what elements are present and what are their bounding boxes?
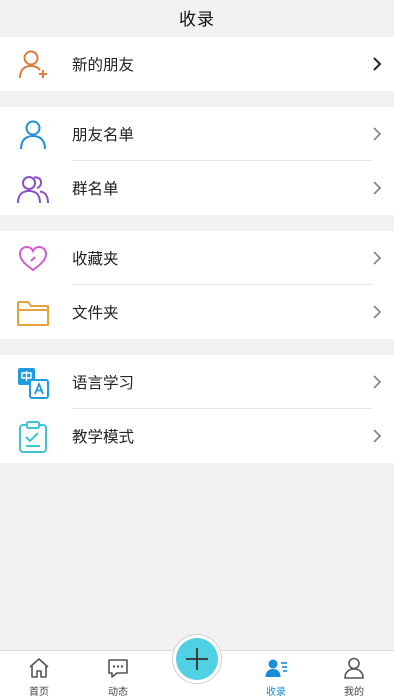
home-icon: [27, 656, 51, 680]
add-friend-icon: [16, 48, 50, 82]
chevron-right-icon: [372, 250, 382, 266]
chevron-right-icon: [372, 304, 382, 320]
menu-item-label: 朋友名单: [72, 126, 135, 144]
tab-me[interactable]: 我的: [324, 653, 384, 699]
page-title: 收录: [179, 9, 215, 30]
chevron-right-icon: [372, 180, 382, 196]
menu-item-teaching-mode[interactable]: 教学模式: [0, 409, 394, 463]
group-icon: [16, 172, 50, 206]
chevron-right-icon: [372, 374, 382, 390]
tab-home[interactable]: 首页: [9, 653, 69, 699]
tab-label: 我的: [344, 687, 364, 698]
add-button[interactable]: [176, 638, 218, 680]
tab-label: 动态: [108, 687, 128, 698]
language-icon: [16, 366, 50, 400]
chat-icon: [106, 656, 130, 680]
menu-group-contacts: 朋友名单 群名单: [0, 107, 394, 215]
menu-item-group-list[interactable]: 群名单: [0, 161, 394, 215]
menu-item-label: 教学模式: [72, 428, 135, 446]
menu-item-new-friends[interactable]: 新的朋友: [0, 37, 394, 91]
menu-item-label: 文件夹: [72, 304, 119, 322]
user-icon: [342, 656, 366, 680]
chevron-right-icon: [372, 126, 382, 142]
heart-icon: [16, 242, 50, 276]
menu-item-language-learning[interactable]: 语言学习: [0, 355, 394, 409]
chevron-right-icon: [372, 428, 382, 444]
contacts-icon: [264, 656, 288, 680]
menu-item-label: 收藏夹: [72, 250, 119, 268]
person-icon: [16, 118, 50, 152]
menu-item-label: 新的朋友: [72, 56, 135, 74]
menu-item-label: 语言学习: [72, 374, 135, 392]
tab-label: 收录: [266, 687, 286, 698]
menu-group-new: 新的朋友: [0, 37, 394, 91]
tab-label: 首页: [29, 687, 49, 698]
menu-group-learning: 语言学习 教学模式: [0, 355, 394, 463]
menu-item-friend-list[interactable]: 朋友名单: [0, 107, 394, 161]
menu-item-favorites[interactable]: 收藏夹: [0, 231, 394, 285]
folder-icon: [16, 296, 50, 330]
top-bar: 收录: [0, 0, 394, 34]
menu-item-label: 群名单: [72, 180, 119, 198]
clipboard-icon: [16, 420, 50, 454]
chevron-right-icon: [372, 56, 382, 72]
menu-group-storage: 收藏夹 文件夹: [0, 231, 394, 339]
tab-collection[interactable]: 收录: [246, 653, 306, 699]
plus-icon: [183, 645, 211, 673]
tab-moments[interactable]: 动态: [88, 653, 148, 699]
menu-item-folders[interactable]: 文件夹: [0, 285, 394, 339]
